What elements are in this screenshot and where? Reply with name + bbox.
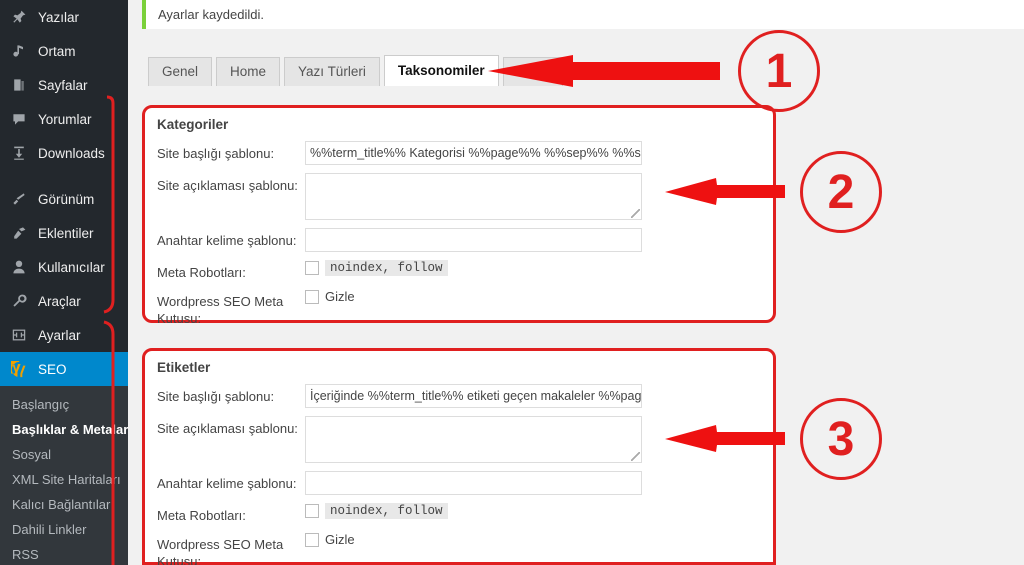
sidebar-item-label: Görünüm bbox=[38, 191, 95, 207]
pages-icon bbox=[8, 75, 30, 95]
field-row-desc-template: Site açıklaması şablonu: bbox=[157, 173, 761, 220]
field-row-keyword-template: Anahtar kelime şablonu: bbox=[157, 471, 761, 495]
submenu-item-dahili-linkler[interactable]: Dahili Linkler bbox=[0, 517, 128, 542]
yoast-icon bbox=[8, 359, 30, 379]
field-row-metabox: Wordpress SEO Meta Kutusu: Gizle bbox=[157, 289, 761, 327]
seo-submenu: Başlangıç Başlıklar & Metalar Sosyal XML… bbox=[0, 386, 128, 565]
screen: Yazılar Ortam Sayfalar Yorumlar Download bbox=[0, 0, 1024, 565]
sidebar-item-label: Yazılar bbox=[38, 9, 80, 25]
settings-tabs: Genel Home Yazı Türleri Taksonomiler Diğ… bbox=[148, 55, 567, 86]
field-label: Meta Robotları: bbox=[157, 265, 246, 280]
sliders-icon bbox=[8, 325, 30, 345]
field-label: Wordpress SEO Meta Kutusu: bbox=[157, 537, 284, 565]
download-icon bbox=[8, 143, 30, 163]
tab-home[interactable]: Home bbox=[216, 57, 281, 86]
settings-saved-notice: Ayarlar kaydedildi. bbox=[142, 0, 1024, 29]
field-label: Wordpress SEO Meta Kutusu: bbox=[157, 294, 284, 326]
comment-icon bbox=[8, 109, 30, 129]
field-row-desc-template: Site açıklaması şablonu: bbox=[157, 416, 761, 463]
tag-desc-template-textarea[interactable] bbox=[305, 416, 642, 463]
tag-meta-robots-checkbox[interactable] bbox=[305, 504, 319, 518]
sidebar-item-label: Ortam bbox=[38, 43, 76, 59]
panel-title: Kategoriler bbox=[157, 117, 229, 132]
cat-title-template-input[interactable]: %%term_title%% Kategorisi %%page%% %%sep… bbox=[305, 141, 642, 165]
sidebar-item-kullanicilar[interactable]: Kullanıcılar bbox=[0, 250, 128, 284]
panel-title: Etiketler bbox=[157, 360, 211, 375]
sidebar-item-seo[interactable]: SEO bbox=[0, 352, 128, 386]
tab-yazi-turleri[interactable]: Yazı Türleri bbox=[284, 57, 380, 86]
tag-meta-robots-option-label: noindex, follow bbox=[325, 503, 448, 519]
brush-icon bbox=[8, 189, 30, 209]
submenu-item-xml-site-haritalari[interactable]: XML Site Haritaları bbox=[0, 467, 128, 492]
tags-panel: Etiketler Site başlığı şablonu: İçeriğin… bbox=[142, 348, 776, 565]
categories-panel: Kategoriler Site başlığı şablonu: %%term… bbox=[142, 105, 776, 326]
sidebar-item-araclar[interactable]: Araçlar bbox=[0, 284, 128, 318]
submenu-item-sosyal[interactable]: Sosyal bbox=[0, 442, 128, 467]
sidebar-item-yazilar[interactable]: Yazılar bbox=[0, 0, 128, 34]
submenu-item-rss[interactable]: RSS bbox=[0, 542, 128, 565]
field-label: Site açıklaması şablonu: bbox=[157, 421, 298, 436]
sidebar-item-ortam[interactable]: Ortam bbox=[0, 34, 128, 68]
submenu-item-kalici-baglantilar[interactable]: Kalıcı Bağlantılar bbox=[0, 492, 128, 517]
field-row-metabox: Wordpress SEO Meta Kutusu: Gizle bbox=[157, 532, 761, 565]
field-row-title-template: Site başlığı şablonu: İçeriğinde %%term_… bbox=[157, 384, 761, 408]
submenu-item-baslangic[interactable]: Başlangıç bbox=[0, 392, 128, 417]
field-label: Meta Robotları: bbox=[157, 508, 246, 523]
main-content: Ayarlar kaydedildi. Genel Home Yazı Türl… bbox=[128, 0, 1024, 565]
field-row-meta-robots: Meta Robotları: noindex, follow bbox=[157, 260, 761, 281]
cat-metabox-checkbox[interactable] bbox=[305, 289, 319, 304]
submenu-item-basliklar-metalar[interactable]: Başlıklar & Metalar bbox=[0, 417, 128, 442]
field-label: Site başlığı şablonu: bbox=[157, 389, 275, 404]
cat-keyword-template-input[interactable] bbox=[305, 228, 642, 252]
sidebar-item-gorunum[interactable]: Görünüm bbox=[0, 182, 128, 216]
media-icon bbox=[8, 41, 30, 61]
tab-genel[interactable]: Genel bbox=[148, 57, 213, 86]
sidebar-item-ayarlar[interactable]: Ayarlar bbox=[0, 318, 128, 352]
admin-sidebar: Yazılar Ortam Sayfalar Yorumlar Download bbox=[0, 0, 128, 565]
field-label: Anahtar kelime şablonu: bbox=[157, 233, 297, 248]
sidebar-item-label: Ayarlar bbox=[38, 327, 81, 343]
cat-meta-robots-checkbox[interactable] bbox=[305, 261, 319, 275]
field-row-title-template: Site başlığı şablonu: %%term_title%% Kat… bbox=[157, 141, 761, 165]
sidebar-item-eklentiler[interactable]: Eklentiler bbox=[0, 216, 128, 250]
sidebar-item-label: Yorumlar bbox=[38, 111, 92, 127]
cat-desc-template-textarea[interactable] bbox=[305, 173, 642, 220]
cat-meta-robots-option-label: noindex, follow bbox=[325, 260, 448, 276]
field-row-meta-robots: Meta Robotları: noindex, follow bbox=[157, 503, 761, 524]
sidebar-separator bbox=[0, 170, 128, 182]
plug-icon bbox=[8, 223, 30, 243]
field-label: Site açıklaması şablonu: bbox=[157, 178, 298, 193]
notice-text: Ayarlar kaydedildi. bbox=[158, 7, 264, 22]
tab-taksonomiler[interactable]: Taksonomiler bbox=[383, 55, 499, 86]
pin-icon bbox=[8, 7, 30, 27]
tag-metabox-option-label: Gizle bbox=[325, 532, 355, 547]
tab-diger[interactable]: Diğer bbox=[502, 57, 563, 86]
sidebar-item-sayfalar[interactable]: Sayfalar bbox=[0, 68, 128, 102]
sidebar-item-label: Downloads bbox=[38, 145, 105, 161]
field-label: Site başlığı şablonu: bbox=[157, 146, 275, 161]
sidebar-item-label: Kullanıcılar bbox=[38, 259, 105, 275]
field-row-keyword-template: Anahtar kelime şablonu: bbox=[157, 228, 761, 252]
user-icon bbox=[8, 257, 30, 277]
sidebar-item-label: Sayfalar bbox=[38, 77, 88, 93]
sidebar-item-downloads[interactable]: Downloads bbox=[0, 136, 128, 170]
tag-title-template-input[interactable]: İçeriğinde %%term_title%% etiketi geçen … bbox=[305, 384, 642, 408]
sidebar-item-label: Araçlar bbox=[38, 293, 81, 309]
sidebar-item-label: SEO bbox=[38, 361, 67, 377]
wrench-icon bbox=[8, 291, 30, 311]
tag-keyword-template-input[interactable] bbox=[305, 471, 642, 495]
cat-metabox-option-label: Gizle bbox=[325, 289, 355, 304]
tag-metabox-checkbox[interactable] bbox=[305, 532, 319, 547]
sidebar-item-yorumlar[interactable]: Yorumlar bbox=[0, 102, 128, 136]
field-label: Anahtar kelime şablonu: bbox=[157, 476, 297, 491]
sidebar-item-label: Eklentiler bbox=[38, 225, 94, 241]
